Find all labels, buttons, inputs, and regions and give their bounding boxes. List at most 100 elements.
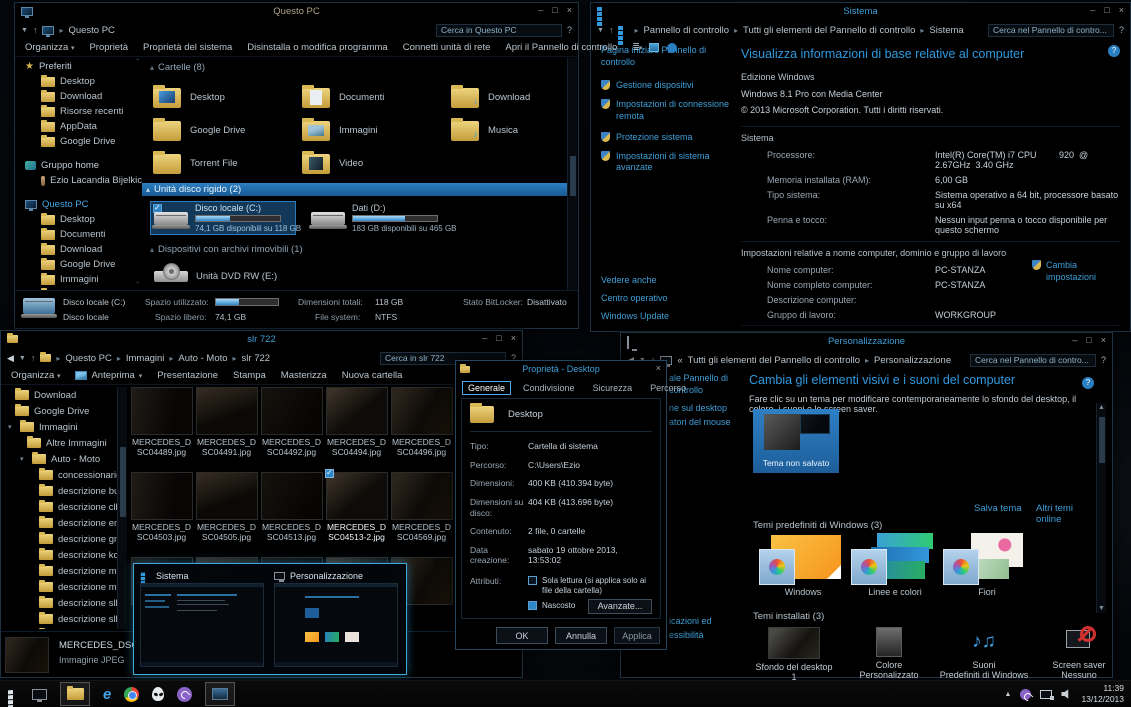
preview-item-sistema[interactable]: Sistema xyxy=(140,569,266,669)
group-header-rimovibili[interactable]: ▴Dispositivi con archivi rimovibili (1) xyxy=(150,244,577,255)
task-link-gestione[interactable]: Gestione dispositivi xyxy=(601,80,733,90)
sidebar-section-gruppo-home[interactable]: Gruppo home xyxy=(15,157,142,173)
anteprima-button[interactable]: Anteprima ▾ xyxy=(75,370,142,381)
presentazione-button[interactable]: Presentazione xyxy=(157,370,218,381)
folder-tile-desktop[interactable]: Desktop xyxy=(150,81,299,114)
tree-item[interactable]: Download xyxy=(1,387,127,403)
group-header-dischi[interactable]: ▴Unità disco rigido (2) xyxy=(142,183,577,196)
hidden-checkbox[interactable] xyxy=(528,601,537,610)
theme-tile-linee-colori[interactable]: Linee e colori xyxy=(849,533,941,597)
folder-tile-video[interactable]: Video xyxy=(299,147,448,180)
folder-tile-google-drive[interactable]: Google Drive xyxy=(150,114,299,147)
titlebar[interactable]: Proprietà - Desktop × xyxy=(456,361,666,377)
breadcrumb-auto-moto[interactable]: Auto - Moto xyxy=(178,353,227,364)
breadcrumb-slr722[interactable]: slr 722 xyxy=(242,353,271,364)
sidebar-section-questo-pc[interactable]: Questo PC xyxy=(15,196,142,212)
breadcrumb-immagini[interactable]: Immagini xyxy=(126,353,165,364)
organizza-button[interactable]: Organizza ▾ xyxy=(11,370,60,381)
volume-icon[interactable] xyxy=(1061,689,1072,700)
connetti-unita-button[interactable]: Connetti unità di rete xyxy=(403,42,491,53)
taskbar-control-panel-button[interactable] xyxy=(205,682,235,706)
tree-item[interactable]: Altre Immagini xyxy=(1,435,127,451)
breadcrumb[interactable]: Questo PC xyxy=(68,25,114,36)
titlebar[interactable]: Sistema –□× xyxy=(591,3,1130,21)
maximize-button[interactable]: □ xyxy=(1086,335,1091,345)
breadcrumb-tutti[interactable]: Tutti gli elementi del Pannello di contr… xyxy=(688,355,860,366)
viber-icon[interactable] xyxy=(177,687,192,702)
image-thumbnail[interactable] xyxy=(131,387,193,435)
image-thumbnail[interactable] xyxy=(131,472,193,520)
breadcrumb-questo-pc[interactable]: Questo PC xyxy=(65,353,111,364)
sidebar-item[interactable]: Google Drive xyxy=(15,134,142,149)
breadcrumb-back-chevron[interactable]: « xyxy=(677,355,682,366)
breadcrumb-pannello[interactable]: Pannello di controllo xyxy=(643,25,729,36)
scrollbar-thumb[interactable] xyxy=(120,447,126,517)
sidebar-item[interactable]: Google Drive xyxy=(15,257,142,272)
help-icon[interactable]: ? xyxy=(1101,355,1106,365)
minimize-button[interactable]: – xyxy=(1072,335,1077,345)
image-thumbnail-cell[interactable]: MERCEDES_DSC04569.jpg xyxy=(389,472,454,557)
up-button[interactable]: ↑ xyxy=(609,25,614,35)
theme-tile-windows[interactable]: Windows xyxy=(757,533,849,597)
image-thumbnail[interactable] xyxy=(261,472,323,520)
network-icon[interactable] xyxy=(1040,690,1052,699)
dialog-tab[interactable]: Percorso xyxy=(644,381,692,395)
color-item[interactable]: Colore Personalizzato xyxy=(844,627,934,680)
image-thumbnail-cell[interactable]: MERCEDES_DSC04494.jpg xyxy=(324,387,389,472)
close-button[interactable]: × xyxy=(511,333,516,343)
tree-item[interactable]: descrizione koenigse xyxy=(1,547,127,563)
expand-icon[interactable]: ▾ xyxy=(8,423,15,431)
more-themes-online-link[interactable]: Altri temi online xyxy=(1036,503,1098,525)
readonly-checkbox[interactable] xyxy=(528,576,537,585)
screensaver-item[interactable]: Screen saver Nessuno xyxy=(1034,627,1124,680)
image-thumbnail-cell[interactable]: MERCEDES_DSC04492.jpg xyxy=(259,387,324,472)
folder-tile-documenti[interactable]: Documenti xyxy=(299,81,448,114)
expand-icon[interactable]: ▾ xyxy=(20,455,27,463)
image-thumbnail[interactable] xyxy=(391,472,453,520)
minimize-button[interactable]: – xyxy=(538,5,543,15)
close-button[interactable]: × xyxy=(656,363,661,373)
current-theme-tile[interactable]: Tema non salvato xyxy=(753,409,839,473)
up-button[interactable]: ↑ xyxy=(33,25,38,35)
search-input[interactable]: Cerca nel Pannello di contro... xyxy=(988,24,1114,37)
recent-locations-chevron[interactable]: ▼ xyxy=(21,27,28,34)
titlebar[interactable]: Questo PC –□× xyxy=(15,3,578,21)
clock[interactable]: 11:3913/12/2013 xyxy=(1081,683,1124,704)
sidebar-fragment[interactable]: atori del mouse xyxy=(669,417,731,427)
tree-item[interactable]: descrizione slk55 bra xyxy=(1,595,127,611)
alienware-icon[interactable] xyxy=(152,687,164,701)
search-input[interactable]: Cerca in Questo PC xyxy=(436,24,562,37)
proprieta-sistema-button[interactable]: Proprietà del sistema xyxy=(143,42,232,53)
stampa-button[interactable]: Stampa xyxy=(233,370,266,381)
tree-scrollbar[interactable] xyxy=(117,387,127,629)
centro-operativo-link[interactable]: Centro operativo xyxy=(601,293,669,303)
recent-locations-chevron[interactable]: ▼ xyxy=(19,355,26,362)
save-theme-link[interactable]: Salva tema xyxy=(974,503,1022,514)
task-link-protezione[interactable]: Protezione sistema xyxy=(601,132,733,142)
search-input[interactable]: Cerca nel Pannello di contro... xyxy=(970,354,1096,367)
desktop[interactable]: Questo PC –□× ▼ ↑ ▸ Questo PC Cerca in Q… xyxy=(0,0,1131,707)
scrollbar[interactable] xyxy=(567,58,577,290)
image-thumbnail[interactable] xyxy=(391,387,453,435)
window-preview-thumbnail[interactable] xyxy=(140,583,264,667)
desktop-background-item[interactable]: Sfondo del desktop 1 xyxy=(749,627,839,682)
close-button[interactable]: × xyxy=(1101,335,1106,345)
sidebar-item[interactable]: Risorse recenti xyxy=(15,104,142,119)
sidebar-fragment[interactable]: essibilità xyxy=(669,630,704,640)
folder-tile-download[interactable]: ↓Download xyxy=(448,81,577,114)
image-thumbnail-cell[interactable]: MERCEDES_DSC04489.jpg xyxy=(129,387,194,472)
breadcrumb-tutti[interactable]: Tutti gli elementi del Pannello di contr… xyxy=(743,25,915,36)
image-thumbnail[interactable] xyxy=(326,387,388,435)
image-thumbnail[interactable] xyxy=(326,472,388,520)
minimize-button[interactable]: – xyxy=(1090,5,1095,15)
image-thumbnail[interactable] xyxy=(261,387,323,435)
scrollbar-thumb[interactable] xyxy=(1099,417,1105,463)
themes-scrollbar[interactable]: ▲ ▼ xyxy=(1096,403,1106,613)
help-icon[interactable]: ? xyxy=(1119,25,1124,35)
dialog-tab[interactable]: Generale xyxy=(462,381,511,395)
tree-item[interactable]: concessionario ferrar xyxy=(1,467,127,483)
dialog-tab[interactable]: Condivisione xyxy=(517,381,581,395)
nuova-cartella-button[interactable]: Nuova cartella xyxy=(342,370,403,381)
tree-item[interactable]: descrizione enzo xyxy=(1,515,127,531)
tree-item[interactable]: descrizione m6 xyxy=(1,563,127,579)
